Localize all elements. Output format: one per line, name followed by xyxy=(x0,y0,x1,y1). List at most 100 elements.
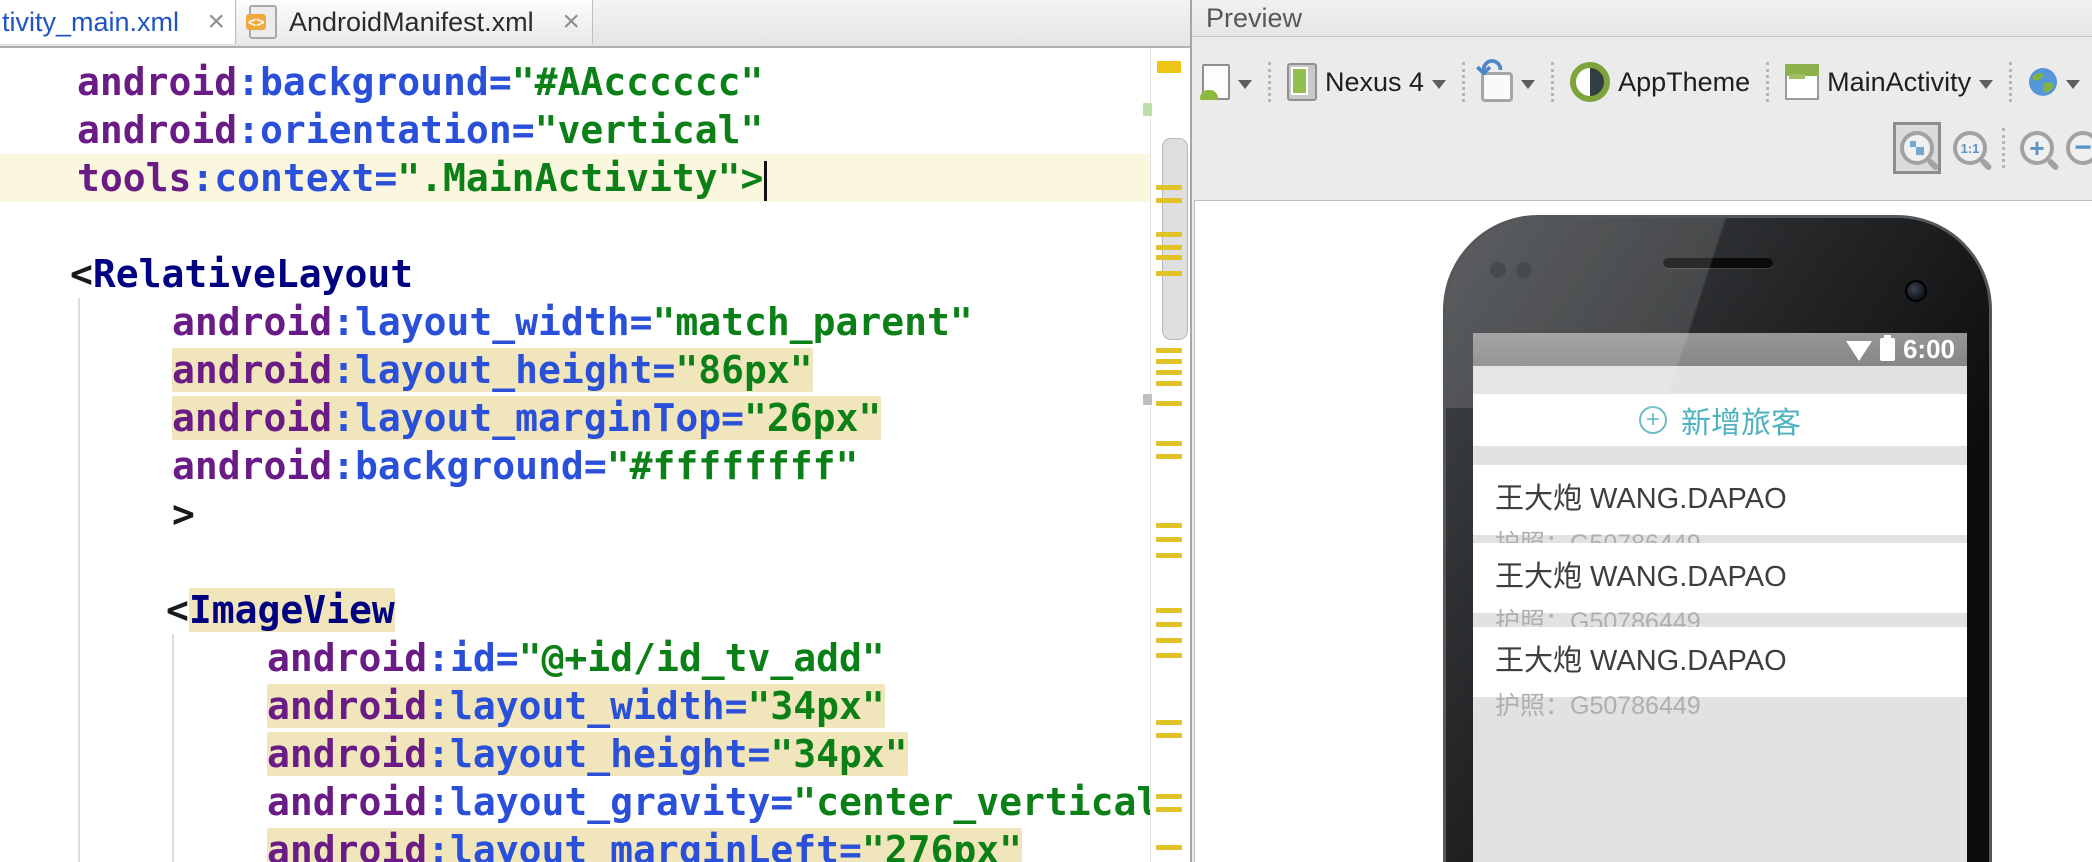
error-stripe-mark xyxy=(1156,198,1182,203)
passenger-passport: 护照：G50786449 xyxy=(1495,692,1701,720)
zoom-to-fit-button[interactable] xyxy=(1893,122,1941,174)
zoom-in-button[interactable]: + xyxy=(2020,131,2054,165)
chevron-down-icon xyxy=(1238,79,1252,89)
theme-label: AppTheme xyxy=(1618,66,1751,97)
chevron-down-icon xyxy=(1521,79,1536,89)
tab-label: AndroidManifest.xml xyxy=(289,6,534,37)
text-caret xyxy=(764,160,768,201)
error-stripe-mark xyxy=(1156,381,1182,386)
error-stripe-mark xyxy=(1156,537,1182,542)
code-line[interactable] xyxy=(0,538,1150,586)
tab-activity-main-xml[interactable]: tivity_main.xml × xyxy=(0,0,236,44)
error-stripe-mark xyxy=(1156,720,1182,725)
plus-circle-icon: + xyxy=(1639,406,1667,434)
tab-label: tivity_main.xml xyxy=(2,6,180,37)
error-stripe-mark xyxy=(1156,359,1182,364)
code-line[interactable]: <RelativeLayout xyxy=(0,250,1150,298)
scrollbar-thumb[interactable] xyxy=(1162,138,1188,340)
minus-icon: − xyxy=(2074,131,2092,164)
error-stripe-mark xyxy=(1156,370,1182,375)
code-line[interactable]: android:background="#AAcccccc" xyxy=(0,58,1150,106)
error-stripe-mark xyxy=(1156,807,1182,812)
chevron-down-icon xyxy=(1979,79,1994,89)
error-stripe-mark xyxy=(1156,553,1182,558)
code-line[interactable] xyxy=(0,202,1150,250)
passenger-list-item: 王大炮 WANG.DAPAO护照：G50786449 xyxy=(1473,543,1967,636)
code-line[interactable]: android:background="#ffffffff" xyxy=(0,442,1150,490)
error-stripe-mark xyxy=(1156,653,1182,658)
sensor-dot xyxy=(1490,262,1506,278)
activity-label: MainActivity xyxy=(1827,66,1972,97)
tab-android-manifest-xml[interactable]: AndroidManifest.xml × xyxy=(237,0,593,44)
indent-guide xyxy=(172,634,174,862)
code-line[interactable]: android:layout_marginTop="26px" xyxy=(0,394,1150,442)
zoom-out-button[interactable]: − xyxy=(2066,131,2092,165)
error-stripe-mark xyxy=(1156,622,1182,627)
device-selector[interactable]: Nexus 4 xyxy=(1287,63,1447,101)
error-stripe-mark xyxy=(1156,733,1182,738)
passenger-name: 王大炮 WANG.DAPAO xyxy=(1495,483,1787,515)
chevron-down-icon xyxy=(2066,79,2081,89)
rotate-device-icon xyxy=(1476,51,1514,102)
speaker-grille xyxy=(1662,258,1773,268)
render-config-button[interactable] xyxy=(1200,64,1252,100)
device-mockup: 6:00 + 新增旅客 王大炮 WANG.DAPAO 护照：G50786449 王大… xyxy=(1443,215,1992,862)
code-line[interactable]: android:layout_width="match_parent" xyxy=(0,298,1150,346)
preview-panel-header: Preview xyxy=(1192,0,2092,37)
wifi-icon xyxy=(1845,340,1872,361)
close-icon[interactable]: × xyxy=(207,7,225,37)
error-stripe-mark xyxy=(1156,454,1182,459)
editor-tab-bar: tivity_main.xml × AndroidManifest.xml × xyxy=(0,0,1190,48)
error-stripe-mark xyxy=(1156,185,1182,190)
error-stripe-mark xyxy=(1156,232,1182,237)
status-bar: 6:00 xyxy=(1473,333,1967,366)
error-stripe-mark xyxy=(1156,271,1182,276)
toolbar-separator xyxy=(1551,62,1555,102)
theme-selector[interactable]: AppTheme xyxy=(1570,62,1750,102)
plus-icon: + xyxy=(2029,132,2045,163)
error-stripe-mark xyxy=(1143,103,1152,116)
battery-icon xyxy=(1879,335,1895,361)
passenger-list-item: 王大炮 WANG.DAPAO护照：G50786449 xyxy=(1473,465,1967,558)
activity-icon xyxy=(1785,64,1820,100)
code-line[interactable]: > xyxy=(0,490,1150,538)
error-stripe-mark xyxy=(1156,638,1182,643)
ide-window: tivity_main.xml × AndroidManifest.xml × … xyxy=(0,0,2092,862)
add-passenger-label: 新增旅客 xyxy=(1681,407,1801,440)
xml-file-icon xyxy=(246,5,277,39)
preview-zoom-controls: 1:1 + − xyxy=(1893,122,2092,174)
error-stripe-mark xyxy=(1156,441,1182,446)
code-line[interactable]: <ImageView xyxy=(0,586,1150,634)
code-editor[interactable]: android:background="#AAcccccc" android:or… xyxy=(0,48,1150,862)
one-to-one-label: 1:1 xyxy=(1960,140,1980,156)
code-line[interactable]: android:orientation="vertical" xyxy=(0,106,1150,154)
device-icon xyxy=(1287,63,1317,101)
passenger-name: 王大炮 WANG.DAPAO xyxy=(1495,561,1787,593)
device-screen: 6:00 + 新增旅客 王大炮 WANG.DAPAO 护照：G50786449 王大… xyxy=(1473,333,1967,862)
close-icon[interactable]: × xyxy=(562,7,580,37)
preview-toolbar: Nexus 4 AppTheme MainActivity xyxy=(1200,51,2092,108)
orientation-selector[interactable] xyxy=(1476,51,1536,102)
add-passenger-button: + 新增旅客 xyxy=(1473,394,1967,446)
activity-selector[interactable]: MainActivity xyxy=(1785,64,1994,100)
toolbar-separator xyxy=(1268,62,1271,102)
toolbar-separator xyxy=(1462,62,1466,102)
error-stripe-mark xyxy=(1143,394,1152,405)
status-time: 6:00 xyxy=(1902,334,1955,364)
zoom-actual-size-button[interactable]: 1:1 xyxy=(1953,131,1987,165)
locale-selector[interactable] xyxy=(2028,67,2081,97)
error-stripe-mark xyxy=(1157,61,1181,73)
code-line[interactable]: tools:context=".MainActivity"> xyxy=(0,154,1150,202)
error-stripe-mark xyxy=(1156,348,1182,353)
indent-guide xyxy=(78,298,80,862)
theme-icon xyxy=(1570,62,1611,102)
error-stripe-mark xyxy=(1156,401,1182,406)
passenger-name: 王大炮 WANG.DAPAO xyxy=(1495,645,1787,677)
code-line[interactable]: android:layout_height="86px" xyxy=(0,346,1150,394)
error-stripe-mark xyxy=(1156,608,1182,613)
error-stripe-mark xyxy=(1156,794,1182,799)
error-stripe-mark xyxy=(1156,245,1182,250)
error-stripe-mark xyxy=(1156,845,1182,850)
device-label: Nexus 4 xyxy=(1325,66,1425,97)
error-stripe-mark xyxy=(1156,255,1182,260)
